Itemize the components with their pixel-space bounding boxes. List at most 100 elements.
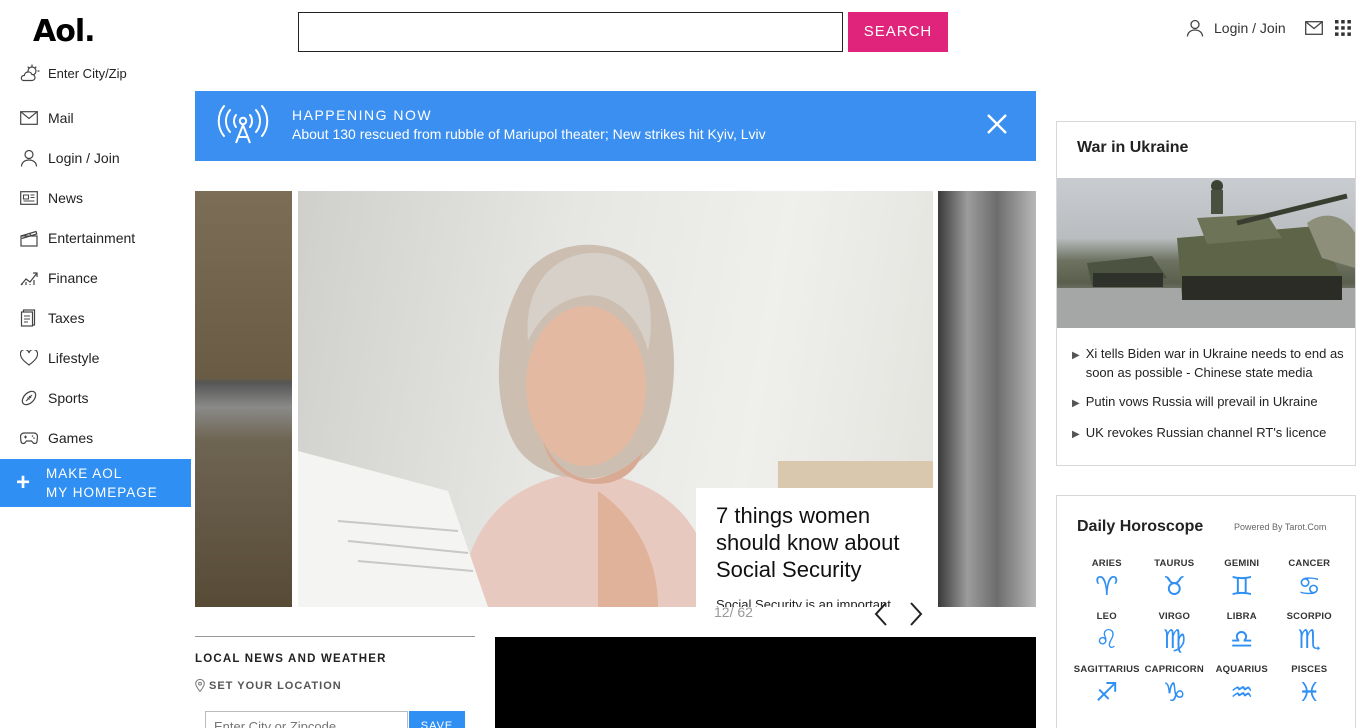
user-icon	[1186, 19, 1204, 37]
triangle-bullet-icon: ▶	[1072, 429, 1080, 440]
sidebar-nav: Mail Login / Join News Entertainment Fin…	[20, 98, 190, 458]
mail-icon[interactable]	[1305, 20, 1323, 36]
ukraine-headline-item[interactable]: ▶ Xi tells Biden war in Ukraine needs to …	[1072, 344, 1347, 382]
sidebar-item-entertainment[interactable]: Entertainment	[20, 218, 190, 258]
save-location-button[interactable]: SAVE	[409, 711, 465, 728]
happening-now-tag: HAPPENING NOW	[292, 107, 433, 123]
plus-icon: +	[15, 469, 30, 496]
sidebar-item-sports[interactable]: Sports	[20, 378, 190, 418]
heart-icon	[20, 350, 38, 366]
set-location-link[interactable]: SET YOUR LOCATION	[195, 679, 475, 692]
zodiac-sign-aries[interactable]: ARIES ♈︎	[1073, 558, 1141, 601]
carousel-caption[interactable]: 7 things women should know about Social …	[696, 488, 938, 607]
video-player[interactable]	[495, 637, 1036, 728]
aol-logo[interactable]: Aol.	[33, 14, 96, 49]
ukraine-headline-text: Xi tells Biden war in Ukraine needs to e…	[1085, 346, 1344, 380]
sidebar-item-mail[interactable]: Mail	[20, 98, 190, 138]
weather-cloud-sun-icon	[20, 64, 40, 82]
search-button[interactable]: SEARCH	[848, 12, 948, 52]
chart-icon	[20, 272, 38, 286]
weather-label: Enter City/Zip	[48, 65, 127, 81]
ukraine-headlines: ▶ Xi tells Biden war in Ukraine needs to …	[1072, 344, 1347, 454]
sidebar-item-label: Games	[48, 430, 94, 446]
ukraine-card-title[interactable]: War in Ukraine	[1077, 139, 1188, 157]
location-pin-icon	[195, 679, 205, 692]
zodiac-sign-scorpio[interactable]: SCORPIO ♏︎	[1276, 611, 1344, 654]
zip-input[interactable]	[205, 711, 408, 728]
triangle-bullet-icon: ▶	[1072, 398, 1080, 409]
virgo-icon: ♍︎	[1162, 625, 1186, 655]
ukraine-headline-text: Putin vows Russia will prevail in Ukrain…	[1085, 394, 1318, 409]
sidebar-item-lifestyle[interactable]: Lifestyle	[20, 338, 190, 378]
horoscope-powered-by[interactable]: Powered By Tarot.Com	[1234, 522, 1326, 532]
zodiac-name: CAPRICORN	[1144, 664, 1204, 675]
taurus-icon: ♉︎	[1162, 572, 1186, 602]
gemini-icon: ♊︎	[1230, 572, 1254, 602]
happening-now-banner[interactable]: HAPPENING NOW About 130 rescued from rub…	[195, 91, 1036, 161]
zodiac-sign-leo[interactable]: LEO ♌︎	[1073, 611, 1141, 654]
make-homepage-button[interactable]: + MAKE AOL MY HOMEPAGE	[0, 459, 191, 507]
zodiac-name: SCORPIO	[1286, 611, 1332, 622]
zodiac-name: AQUARIUS	[1215, 664, 1268, 675]
top-login-link[interactable]: Login / Join	[1186, 19, 1286, 37]
sidebar-item-label: Mail	[48, 110, 74, 126]
sidebar-item-label: News	[48, 190, 84, 206]
sagittarius-icon: ♐︎	[1095, 678, 1119, 708]
sidebar-item-login[interactable]: Login / Join	[20, 138, 190, 178]
sidebar-item-finance[interactable]: Finance	[20, 258, 190, 298]
apps-grid-icon[interactable]	[1335, 20, 1351, 36]
zodiac-grid: ARIES ♈︎ TAURUS ♉︎ GEMINI ♊︎ CANCER ♋︎ LEO ♌︎…	[1073, 558, 1343, 707]
search-input[interactable]	[298, 12, 843, 52]
zodiac-sign-virgo[interactable]: VIRGO ♍︎	[1141, 611, 1209, 654]
sidebar-item-news[interactable]: News	[20, 178, 190, 218]
local-news-module: LOCAL NEWS AND WEATHER SET YOUR LOCATION…	[195, 636, 475, 728]
ukraine-headline-text: UK revokes Russian channel RT's licence	[1085, 425, 1327, 440]
libra-icon: ♎︎	[1230, 625, 1254, 655]
zodiac-sign-sagittarius[interactable]: SAGITTARIUS ♐︎	[1073, 664, 1141, 707]
zodiac-sign-aquarius[interactable]: AQUARIUS ♒︎	[1208, 664, 1276, 707]
newspaper-icon	[20, 191, 38, 205]
zodiac-sign-cancer[interactable]: CANCER ♋︎	[1276, 558, 1344, 601]
aquarius-icon: ♒︎	[1230, 678, 1254, 708]
zodiac-name: VIRGO	[1158, 611, 1191, 622]
ukraine-headline-item[interactable]: ▶ UK revokes Russian channel RT's licence	[1072, 423, 1347, 444]
carousel-prev-slide-image[interactable]	[195, 191, 292, 607]
local-news-heading: LOCAL NEWS AND WEATHER	[195, 653, 387, 665]
sidebar-item-games[interactable]: Games	[20, 418, 190, 458]
zodiac-name: ARIES	[1091, 558, 1122, 569]
zodiac-sign-taurus[interactable]: TAURUS ♉︎	[1141, 558, 1209, 601]
zodiac-name: GEMINI	[1224, 558, 1260, 569]
pisces-icon: ♓︎	[1297, 678, 1321, 708]
make-home-line2: MY HOMEPAGE	[46, 485, 158, 500]
chevron-left-icon[interactable]	[873, 601, 889, 627]
triangle-bullet-icon: ▶	[1072, 350, 1080, 361]
chevron-right-icon[interactable]	[908, 601, 924, 627]
zodiac-name: CANCER	[1288, 558, 1331, 569]
zodiac-sign-pisces[interactable]: PISCES ♓︎	[1276, 664, 1344, 707]
carousel-counter: 12/ 62	[714, 604, 753, 620]
sidebar-item-label: Taxes	[48, 310, 85, 326]
football-icon	[21, 390, 37, 406]
war-in-ukraine-card: War in Ukraine ▶ Xi tells Biden war in Uk…	[1056, 121, 1356, 466]
zodiac-sign-libra[interactable]: LIBRA ♎︎	[1208, 611, 1276, 654]
top-login-label: Login / Join	[1214, 20, 1286, 36]
sidebar-item-label: Entertainment	[48, 230, 136, 246]
horoscope-title: Daily Horoscope	[1077, 518, 1204, 535]
close-icon[interactable]	[986, 113, 1008, 135]
set-location-label: SET YOUR LOCATION	[209, 679, 342, 692]
tanks-photo[interactable]	[1057, 178, 1355, 328]
scorpio-icon: ♏︎	[1297, 625, 1321, 655]
zodiac-name: LIBRA	[1226, 611, 1257, 622]
daily-horoscope-card: Daily Horoscope Powered By Tarot.Com ARI…	[1056, 495, 1356, 728]
carousel-next-slide-image[interactable]	[938, 191, 1036, 607]
zodiac-sign-capricorn[interactable]: CAPRICORN ♑︎	[1141, 664, 1209, 707]
ukraine-headline-item[interactable]: ▶ Putin vows Russia will prevail in Ukrai…	[1072, 392, 1347, 413]
cancer-icon: ♋︎	[1297, 572, 1321, 602]
featured-carousel: 7 things women should know about Social …	[195, 191, 1036, 607]
carousel-title[interactable]: 7 things women should know about Social …	[716, 502, 918, 583]
weather-location[interactable]: Enter City/Zip	[20, 64, 127, 82]
happening-now-headline[interactable]: About 130 rescued from rubble of Mariupo…	[292, 126, 766, 142]
sidebar-item-taxes[interactable]: Taxes	[20, 298, 190, 338]
zodiac-sign-gemini[interactable]: GEMINI ♊︎	[1208, 558, 1276, 601]
aries-icon: ♈︎	[1095, 572, 1119, 602]
